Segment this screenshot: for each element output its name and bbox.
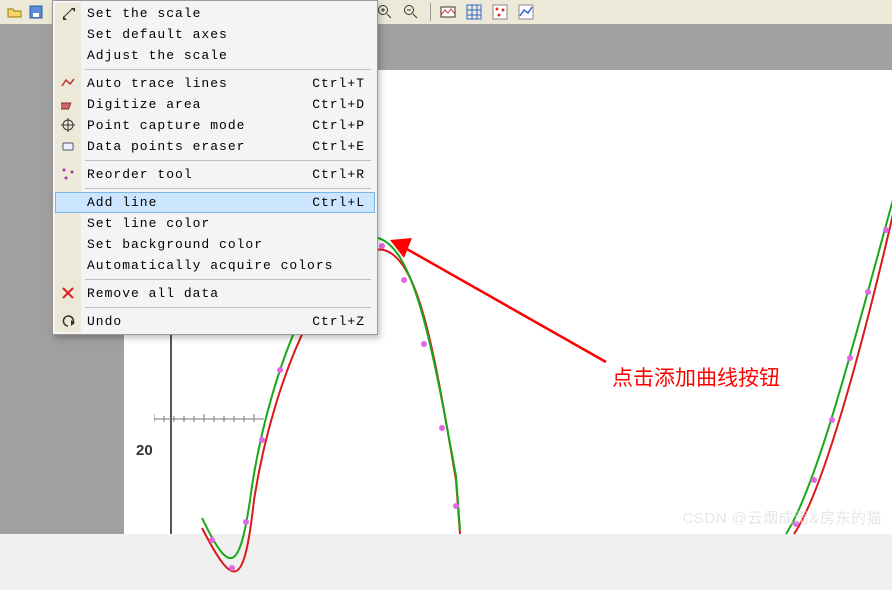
watermark: CSDN @云烟成雨&房东的猫	[683, 507, 882, 528]
menu-item-automatically-acquire-colors[interactable]: Automatically acquire colors	[55, 255, 375, 276]
trace-icon	[60, 75, 76, 91]
menu-separator	[85, 307, 371, 308]
scale-icon	[60, 5, 76, 21]
menu-item-label: Data points eraser	[87, 139, 245, 154]
capture-icon	[60, 117, 76, 133]
menu-item-set-default-axes[interactable]: Set default axes	[55, 24, 375, 45]
menu-item-label: Adjust the scale	[87, 48, 228, 63]
menu-item-digitize-area[interactable]: Digitize area Ctrl+D	[55, 94, 375, 115]
menu-item-add-line[interactable]: Add line Ctrl+L	[55, 192, 375, 213]
menu-item-adjust-the-scale[interactable]: Adjust the scale	[55, 45, 375, 66]
menu-item-undo[interactable]: Undo Ctrl+Z	[55, 311, 375, 332]
menu-separator	[85, 279, 371, 280]
menu-item-label: Set the scale	[87, 6, 201, 21]
annotation-text: 点击添加曲线按钮	[612, 362, 780, 392]
menu-item-label: Set background color	[87, 237, 263, 252]
open-icon[interactable]	[4, 2, 24, 22]
menu-item-label: Undo	[87, 314, 122, 329]
menu-item-auto-trace-lines[interactable]: Auto trace lines Ctrl+T	[55, 73, 375, 94]
menu-item-shortcut: Ctrl+P	[312, 118, 365, 133]
menu-item-label: Point capture mode	[87, 118, 245, 133]
menu-separator	[85, 160, 371, 161]
context-menu: Set the scale Set default axes Adjust the …	[52, 0, 378, 335]
menu-item-remove-all-data[interactable]: Remove all data	[55, 283, 375, 304]
reorder-icon	[60, 166, 76, 182]
separator	[430, 3, 431, 21]
menu-item-shortcut: Ctrl+R	[312, 167, 365, 182]
gallery-icon[interactable]	[438, 2, 458, 22]
menu-item-shortcut: Ctrl+L	[312, 195, 365, 210]
save-icon[interactable]	[26, 2, 46, 22]
menu-separator	[85, 188, 371, 189]
menu-item-data-points-eraser[interactable]: Data points eraser Ctrl+E	[55, 136, 375, 157]
digitize-icon	[60, 96, 76, 112]
menu-item-shortcut: Ctrl+D	[312, 97, 365, 112]
chart-icon[interactable]	[516, 2, 536, 22]
remove-icon	[60, 285, 76, 301]
menu-item-set-line-color[interactable]: Set line color	[55, 213, 375, 234]
menu-item-label: Add line	[87, 195, 157, 210]
menu-item-point-capture-mode[interactable]: Point capture mode Ctrl+P	[55, 115, 375, 136]
menu-item-label: Remove all data	[87, 286, 219, 301]
menu-item-label: Set default axes	[87, 27, 228, 42]
grid-icon[interactable]	[464, 2, 484, 22]
points-icon[interactable]	[490, 2, 510, 22]
menu-item-shortcut: Ctrl+E	[312, 139, 365, 154]
eraser-icon	[60, 138, 76, 154]
menu-item-shortcut: Ctrl+Z	[312, 314, 365, 329]
menu-item-set-background-color[interactable]: Set background color	[55, 234, 375, 255]
menu-item-shortcut: Ctrl+T	[312, 76, 365, 91]
annotation-arrow	[378, 212, 628, 392]
undo-icon	[60, 313, 76, 329]
menu-item-label: Digitize area	[87, 97, 201, 112]
menu-separator	[85, 69, 371, 70]
menu-item-label: Automatically acquire colors	[87, 258, 333, 273]
menu-item-reorder-tool[interactable]: Reorder tool Ctrl+R	[55, 164, 375, 185]
menu-item-label: Set line color	[87, 216, 210, 231]
menu-item-label: Reorder tool	[87, 167, 193, 182]
zoom-in-icon[interactable]	[375, 2, 395, 22]
menu-item-label: Auto trace lines	[87, 76, 228, 91]
menu-item-set-the-scale[interactable]: Set the scale	[55, 3, 375, 24]
zoom-out-icon[interactable]	[401, 2, 421, 22]
